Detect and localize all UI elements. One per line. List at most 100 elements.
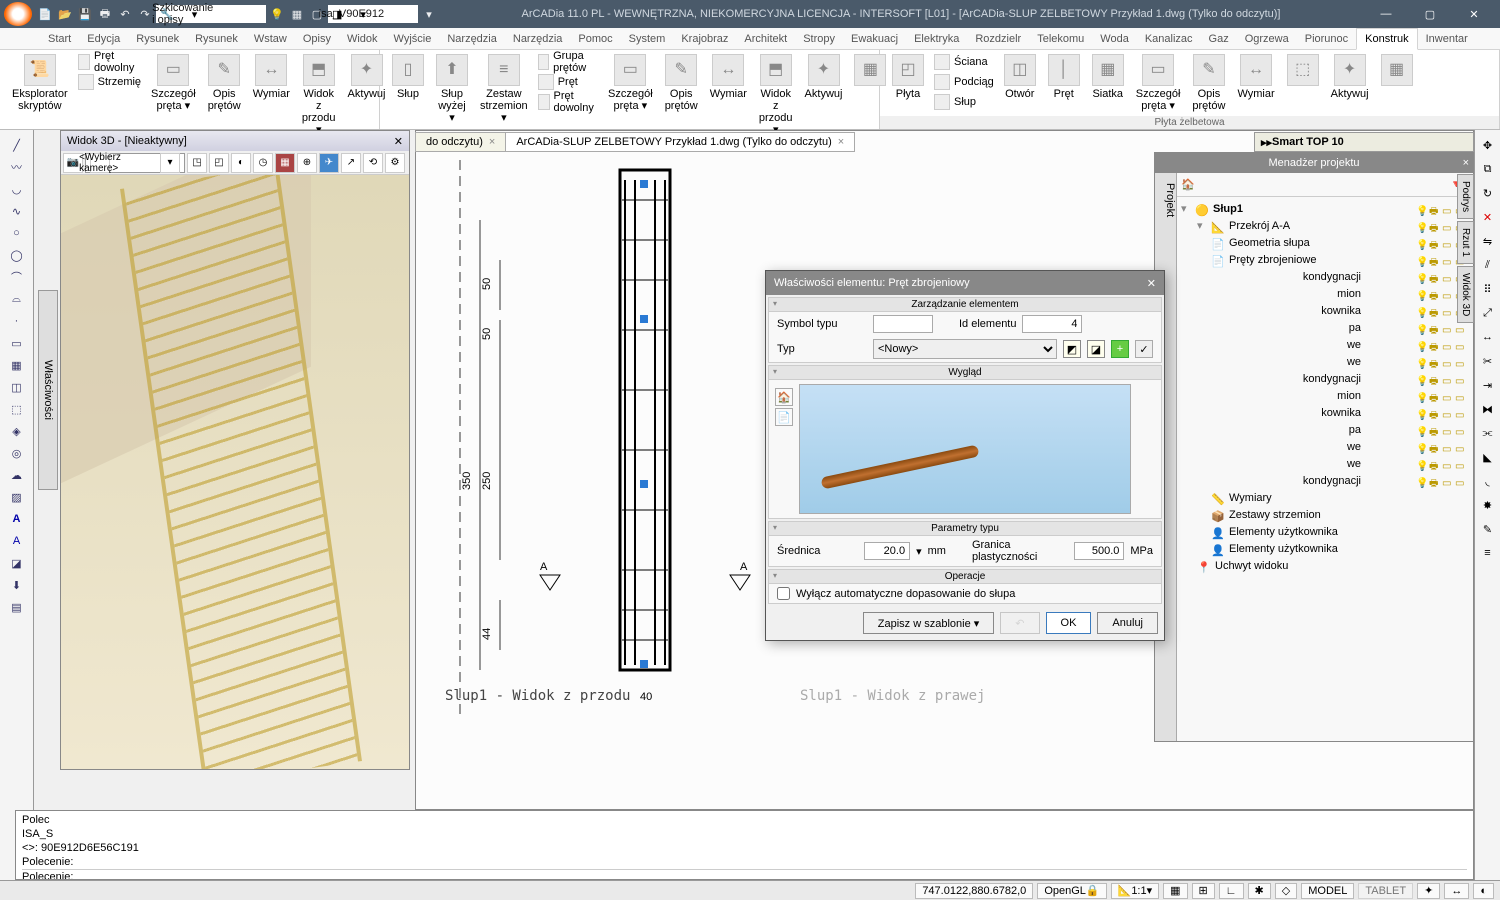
qat-new-icon[interactable]: 📄	[36, 5, 54, 23]
ribbon-tab[interactable]: System	[621, 28, 674, 49]
array-tool-icon[interactable]: ⠿	[1479, 280, 1497, 298]
join-tool-icon[interactable]: ⫘	[1479, 424, 1497, 442]
panel-extra-icon[interactable]: ▦	[1375, 52, 1419, 90]
offset-tool-icon[interactable]: ⫽	[1479, 256, 1497, 274]
ribbon-tab[interactable]: Inwentar	[1418, 28, 1476, 49]
view-tool-icon[interactable]: ▦	[275, 153, 295, 173]
dimension-button[interactable]: ↔Wymiar	[1231, 52, 1280, 102]
chamfer-tool-icon[interactable]: ◣	[1479, 448, 1497, 466]
text-a-icon[interactable]: A	[7, 510, 27, 528]
ribbon-tab[interactable]: Krajobraz	[673, 28, 736, 49]
panel-extra-icon[interactable]: ⬚	[1281, 52, 1325, 90]
properties-flyout-tab[interactable]: Właściwości	[38, 290, 58, 490]
tree-node[interactable]: pa	[1349, 422, 1361, 439]
cancel-button[interactable]: Anuluj	[1097, 612, 1158, 634]
move-tool-icon[interactable]: ✥	[1479, 136, 1497, 154]
ribbon-tab[interactable]: Ewakuacj	[843, 28, 906, 49]
type-tool1-icon[interactable]: ◩	[1063, 340, 1081, 358]
arc3-tool-icon[interactable]: ⌓	[7, 290, 27, 308]
symbol-type-field[interactable]	[873, 315, 933, 333]
ribbon-tab[interactable]: Opisy	[295, 28, 339, 49]
stirrup-button[interactable]: Strzemię	[78, 72, 141, 92]
ribbon-tab[interactable]: Woda	[1092, 28, 1137, 49]
ribbon-tab[interactable]: Rysunek	[128, 28, 187, 49]
revcloud-tool-icon[interactable]: ☁	[7, 466, 27, 484]
ribbon-tab[interactable]: Wyjście	[386, 28, 440, 49]
tree-node[interactable]: Uchwyt widoku	[1215, 558, 1288, 575]
tree-node[interactable]: Przekrój A-A	[1229, 218, 1290, 235]
extend-tool-icon[interactable]: ⇥	[1479, 376, 1497, 394]
tree-node[interactable]: Pręty zbrojeniowe	[1229, 252, 1316, 269]
front-view-button[interactable]: ⬒Widok z przodu ▾	[753, 52, 799, 138]
ribbon-tab[interactable]: Wstaw	[246, 28, 295, 49]
tree-node[interactable]: we	[1347, 354, 1361, 371]
opengl-cell[interactable]: OpenGL 🔒	[1037, 883, 1106, 899]
diameter-field[interactable]	[864, 542, 910, 560]
ribbon-tab[interactable]: Start	[40, 28, 79, 49]
view-3d-canvas[interactable]	[61, 175, 409, 769]
ribbon-tab[interactable]: Edycja	[79, 28, 128, 49]
bar-detail-button[interactable]: ▭Szczegół pręta ▾	[602, 52, 659, 114]
qat-undo-icon[interactable]: ↶	[116, 5, 134, 23]
tree-node[interactable]: we	[1347, 337, 1361, 354]
bar-description-button[interactable]: ✎Opis prętów	[1186, 52, 1231, 114]
tree-node[interactable]: Elementy użytkownika	[1229, 541, 1338, 558]
insert-tool-icon[interactable]: ⬇	[7, 576, 27, 594]
ribbon-tab[interactable]: Narzędzia	[505, 28, 571, 49]
activate-button[interactable]: ✦Aktywuj	[1325, 52, 1375, 102]
script-explorer-button[interactable]: 📜Eksplorator skryptów	[6, 52, 74, 114]
bar-detail-button[interactable]: ▭Szczegół pręta ▾	[1130, 52, 1187, 114]
projmgr-sidetab[interactable]: Projekt	[1164, 183, 1176, 741]
column-button[interactable]: Słup	[934, 92, 994, 112]
break-tool-icon[interactable]: ⧓	[1479, 400, 1497, 418]
tree-node[interactable]: we	[1347, 456, 1361, 473]
polar-toggle[interactable]: ✱	[1248, 883, 1271, 899]
view-tool-icon[interactable]: ◳	[187, 153, 207, 173]
bar-button[interactable]: Pręt	[538, 72, 598, 92]
minimize-button[interactable]: —	[1364, 0, 1408, 28]
ribbon-tab[interactable]: Narzędzia	[439, 28, 505, 49]
view-tool-icon[interactable]: ↗	[341, 153, 361, 173]
explode-tool-icon[interactable]: ✸	[1479, 496, 1497, 514]
qat-bulb-icon[interactable]: 💡	[268, 5, 286, 23]
copy-tool-icon[interactable]: ⧉	[1479, 160, 1497, 178]
section-header-params[interactable]: Parametry typu	[769, 522, 1161, 536]
view-tool-icon[interactable]: ⊕	[297, 153, 317, 173]
ribbon-tab[interactable]: Rysunek	[187, 28, 246, 49]
right-flyout-tab[interactable]: Widok 3D	[1457, 266, 1474, 323]
fillet-tool-icon[interactable]: ◟	[1479, 472, 1497, 490]
right-flyout-tab[interactable]: Rzut 1	[1457, 221, 1474, 264]
ortho-toggle[interactable]: ∟	[1219, 883, 1244, 899]
any-bar-button[interactable]: Pręt dowolny	[78, 52, 141, 72]
scale-cell[interactable]: 📐 1:1 ▾	[1111, 883, 1160, 899]
delete-tool-icon[interactable]: ✕	[1479, 208, 1497, 226]
qat-more-icon[interactable]: ▾	[420, 5, 438, 23]
save-template-button[interactable]: Zapisz w szablonie ▾	[863, 612, 995, 634]
dimension-button[interactable]: ↔Wymiar	[247, 52, 296, 102]
ribbon-tab[interactable]: Stropy	[795, 28, 843, 49]
activate-button[interactable]: ✦Aktywuj	[799, 52, 849, 102]
preview-doc-icon[interactable]: 📄	[775, 408, 793, 426]
view-tool-icon[interactable]: ⟲	[363, 153, 383, 173]
tree-node[interactable]: Słup1	[1213, 201, 1243, 218]
stirrup-set-button[interactable]: ≡Zestaw strzemion ▾	[474, 52, 534, 126]
trim-tool-icon[interactable]: ✂	[1479, 352, 1497, 370]
status-toggle[interactable]: ✦	[1417, 883, 1440, 899]
dimension-button[interactable]: ↔Wymiar	[704, 52, 753, 102]
qat-layer-combo[interactable]: ◨ isa_V90E912 ▾	[328, 5, 418, 23]
view-3d-close-icon[interactable]: ✕	[394, 135, 403, 148]
tree-node[interactable]: kownika	[1321, 405, 1361, 422]
bar-description-button[interactable]: ✎Opis prętów	[202, 52, 247, 114]
view-tool-icon[interactable]: ⚙	[385, 153, 405, 173]
circle-tool-icon[interactable]: ○	[7, 224, 27, 242]
tree-node[interactable]: kondygnacji	[1303, 269, 1361, 286]
qat-workspace-combo[interactable]: 🔧 Szkicowanie i opisy ▾	[156, 5, 266, 23]
qat-print-icon[interactable]: 🖶	[96, 5, 114, 23]
section-header-ops[interactable]: Operacje	[769, 570, 1161, 584]
opening-button[interactable]: ◫Otwór	[998, 52, 1042, 102]
dialog-close-icon[interactable]: ✕	[1147, 277, 1156, 290]
osnap-toggle[interactable]: ◇	[1275, 883, 1297, 899]
grid-toggle[interactable]: ⊞	[1192, 883, 1215, 899]
ribbon-tab[interactable]: Kanalizac	[1137, 28, 1201, 49]
table-tool-icon[interactable]: ▤	[7, 598, 27, 616]
